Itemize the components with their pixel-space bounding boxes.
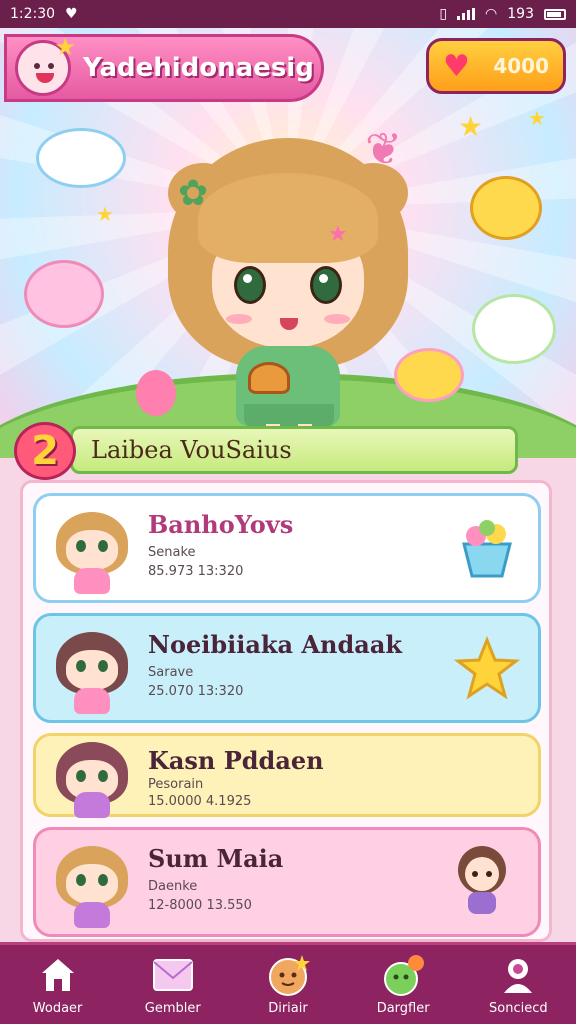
heart-status-icon: ♥ — [65, 6, 78, 22]
level-banner: Laibea VouSaius 2 — [14, 418, 524, 480]
star-decoration: ★ — [458, 110, 484, 143]
nav-home[interactable]: Wodaer — [8, 953, 108, 1016]
battery-level: 193 — [507, 6, 534, 22]
heart-icon: ♥ — [443, 48, 470, 84]
level-badge: 2 — [14, 422, 76, 480]
nav-label: Sonciecd — [489, 1001, 548, 1016]
player-card[interactable]: Noeibiiaka Andaak Sarave 25.070 13:320 — [33, 613, 541, 723]
profile-icon — [496, 953, 540, 997]
player-name: Kasn Pddaen — [148, 746, 324, 775]
snack-icon — [248, 362, 290, 394]
player-name: Noeibiiaka Andaak — [148, 630, 403, 659]
nav-label: Dargfler — [376, 1001, 430, 1016]
avatar — [50, 736, 134, 818]
player-list: BanhoYovs Senake 85.973 13:320 Noeibiiak… — [20, 480, 552, 942]
currency-button[interactable]: ♥ 4000 — [426, 38, 566, 94]
player-role: Sarave — [148, 665, 194, 680]
character-icon — [266, 953, 310, 997]
player-role: Pesorain — [148, 777, 204, 792]
bottom-nav: Wodaer Gembler Diriair Dargfler Sonciecd — [0, 942, 576, 1024]
nav-slime[interactable]: Dargfler — [353, 953, 453, 1016]
player-card[interactable]: Sum Maia Daenke 12-8000 13.550 — [33, 827, 541, 937]
level-title: Laibea VouSaius — [70, 426, 518, 474]
status-bar: 1:2:30 ♥ ▯ ◠ 193 — [0, 0, 576, 28]
player-role: Daenke — [148, 879, 198, 894]
player-score: 15.0000 4.1925 — [148, 794, 252, 809]
nav-label: Wodaer — [32, 1001, 83, 1016]
cloud-decoration — [36, 128, 126, 188]
player-card[interactable]: Kasn Pddaen Pesorain 15.0000 4.1925 — [33, 733, 541, 818]
leaf-icon: ❦ — [365, 124, 402, 175]
player-role: Senake — [148, 545, 196, 560]
player-score: 12-8000 13.550 — [148, 898, 252, 913]
logo-icon: ★ — [15, 33, 76, 96]
mail-icon — [151, 953, 195, 997]
star-icon — [452, 634, 522, 704]
app-title: Yadehidonaesig — [83, 53, 314, 83]
player-name: BanhoYovs — [148, 510, 294, 539]
status-time: 1:2:30 — [10, 6, 56, 22]
sun-creature-decoration — [470, 176, 542, 240]
star-pin-icon: ★ — [328, 222, 348, 247]
player-name: Sum Maia — [148, 844, 284, 873]
title-bar: ★ Yadehidonaesig — [4, 33, 324, 102]
bow-icon: ✿ — [178, 173, 209, 214]
nav-label: Diriair — [268, 1001, 308, 1016]
star-decoration: ★ — [528, 106, 546, 130]
currency-amount: 4000 — [493, 54, 549, 78]
main-character[interactable]: ✿ ❦ ★ — [148, 118, 428, 448]
avatar — [50, 626, 134, 714]
cupcake-icon — [452, 514, 522, 584]
nav-character[interactable]: Diriair — [238, 953, 338, 1016]
avatar — [50, 506, 134, 594]
player-card[interactable]: BanhoYovs Senake 85.973 13:320 — [33, 493, 541, 603]
player-score: 85.973 13:320 — [148, 564, 244, 579]
star-decoration: ★ — [96, 202, 114, 226]
avatar — [50, 840, 134, 928]
battery-icon — [544, 8, 566, 20]
home-icon — [36, 953, 80, 997]
white-ghost-decoration — [472, 294, 556, 364]
player-score: 25.070 13:320 — [148, 684, 244, 699]
nav-mail[interactable]: Gembler — [123, 953, 223, 1016]
slime-icon — [381, 953, 425, 997]
chibi-icon — [442, 840, 522, 920]
nav-profile[interactable]: Sonciecd — [468, 953, 568, 1016]
signal-icon — [457, 8, 476, 20]
wifi-icon: ◠ — [485, 6, 498, 22]
vibrate-icon: ▯ — [439, 6, 448, 22]
nav-label: Gembler — [144, 1001, 201, 1016]
pink-bunny-decoration — [24, 260, 104, 328]
